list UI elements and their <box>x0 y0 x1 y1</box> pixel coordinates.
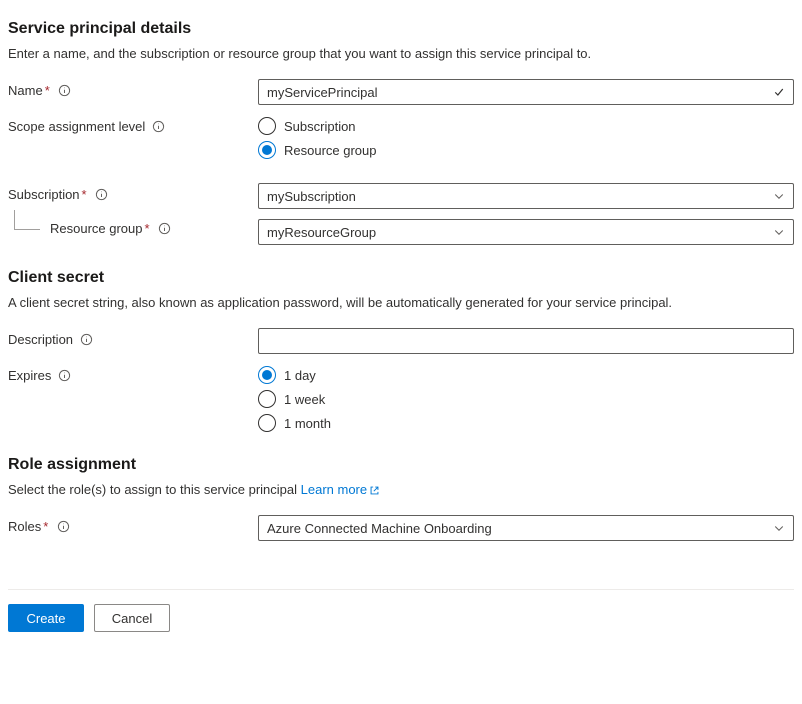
form-page: Service principal details Enter a name, … <box>0 0 802 646</box>
radio-icon <box>258 414 276 432</box>
tree-branch-icon <box>14 210 40 230</box>
name-label-wrap: Name * <box>8 79 258 98</box>
scope-label-wrap: Scope assignment level <box>8 115 258 134</box>
chevron-down-icon <box>773 190 785 202</box>
info-icon[interactable] <box>56 520 70 534</box>
row-resource-group: Resource group * myResourceGroup <box>8 219 794 245</box>
external-link-icon <box>369 485 380 496</box>
radio-expires-1day[interactable]: 1 day <box>258 366 794 384</box>
role-assignment-heading: Role assignment <box>8 456 794 474</box>
info-icon[interactable] <box>58 84 72 98</box>
name-input[interactable]: myServicePrincipal <box>258 79 794 105</box>
chevron-down-icon <box>773 226 785 238</box>
radio-icon <box>258 141 276 159</box>
description-label: Description <box>8 332 73 347</box>
required-marker: * <box>43 519 48 534</box>
required-marker: * <box>82 187 87 202</box>
expires-label-wrap: Expires <box>8 364 258 383</box>
section-client-secret: Client secret A client secret string, al… <box>8 269 794 432</box>
create-button[interactable]: Create <box>8 604 84 632</box>
radio-icon <box>258 117 276 135</box>
row-scope: Scope assignment level Subscription Reso… <box>8 115 794 159</box>
radio-expires-1month[interactable]: 1 month <box>258 414 794 432</box>
roles-label: Roles <box>8 519 41 534</box>
expires-label: Expires <box>8 368 51 383</box>
scope-radio-group: Subscription Resource group <box>258 115 794 159</box>
radio-label: Resource group <box>284 143 377 158</box>
checkmark-icon <box>773 86 785 98</box>
subscription-label-wrap: Subscription * <box>8 183 258 202</box>
cancel-button[interactable]: Cancel <box>94 604 170 632</box>
section-sp-details: Service principal details Enter a name, … <box>8 20 794 245</box>
client-secret-desc: A client secret string, also known as ap… <box>8 295 794 310</box>
resource-group-select[interactable]: myResourceGroup <box>258 219 794 245</box>
client-secret-heading: Client secret <box>8 269 794 287</box>
expires-radio-group: 1 day 1 week 1 month <box>258 364 794 432</box>
row-roles: Roles * Azure Connected Machine Onboardi… <box>8 515 794 541</box>
resource-group-label-wrap: Resource group * <box>8 219 258 236</box>
resource-group-value: myResourceGroup <box>267 225 773 240</box>
radio-expires-1week[interactable]: 1 week <box>258 390 794 408</box>
name-value: myServicePrincipal <box>267 85 773 100</box>
roles-value: Azure Connected Machine Onboarding <box>267 521 773 536</box>
radio-label: 1 day <box>284 368 316 383</box>
info-icon[interactable] <box>79 333 93 347</box>
sp-details-desc: Enter a name, and the subscription or re… <box>8 46 794 61</box>
radio-label: 1 month <box>284 416 331 431</box>
radio-icon <box>258 366 276 384</box>
row-name: Name * myServicePrincipal <box>8 79 794 105</box>
row-description: Description <box>8 328 794 354</box>
subscription-select[interactable]: mySubscription <box>258 183 794 209</box>
roles-label-wrap: Roles * <box>8 515 258 534</box>
info-icon[interactable] <box>151 120 165 134</box>
footer-bar: Create Cancel <box>8 589 794 646</box>
info-icon[interactable] <box>158 222 172 236</box>
radio-icon <box>258 390 276 408</box>
radio-scope-resource-group[interactable]: Resource group <box>258 141 794 159</box>
resource-group-label: Resource group <box>50 221 143 236</box>
info-icon[interactable] <box>57 369 71 383</box>
role-desc-text: Select the role(s) to assign to this ser… <box>8 482 301 497</box>
required-marker: * <box>45 83 50 98</box>
radio-scope-subscription[interactable]: Subscription <box>258 117 794 135</box>
info-icon[interactable] <box>95 188 109 202</box>
scope-label: Scope assignment level <box>8 119 145 134</box>
role-assignment-desc: Select the role(s) to assign to this ser… <box>8 482 794 497</box>
subscription-label: Subscription <box>8 187 80 202</box>
learn-more-link[interactable]: Learn more <box>301 482 380 497</box>
subscription-value: mySubscription <box>267 189 773 204</box>
name-label: Name <box>8 83 43 98</box>
description-input[interactable] <box>258 328 794 354</box>
radio-label: Subscription <box>284 119 356 134</box>
row-expires: Expires 1 day 1 week <box>8 364 794 432</box>
required-marker: * <box>145 221 150 236</box>
row-subscription: Subscription * mySubscription <box>8 183 794 209</box>
description-label-wrap: Description <box>8 328 258 347</box>
sp-details-heading: Service principal details <box>8 20 794 38</box>
roles-select[interactable]: Azure Connected Machine Onboarding <box>258 515 794 541</box>
radio-label: 1 week <box>284 392 325 407</box>
section-role-assignment: Role assignment Select the role(s) to as… <box>8 456 794 541</box>
chevron-down-icon <box>773 522 785 534</box>
